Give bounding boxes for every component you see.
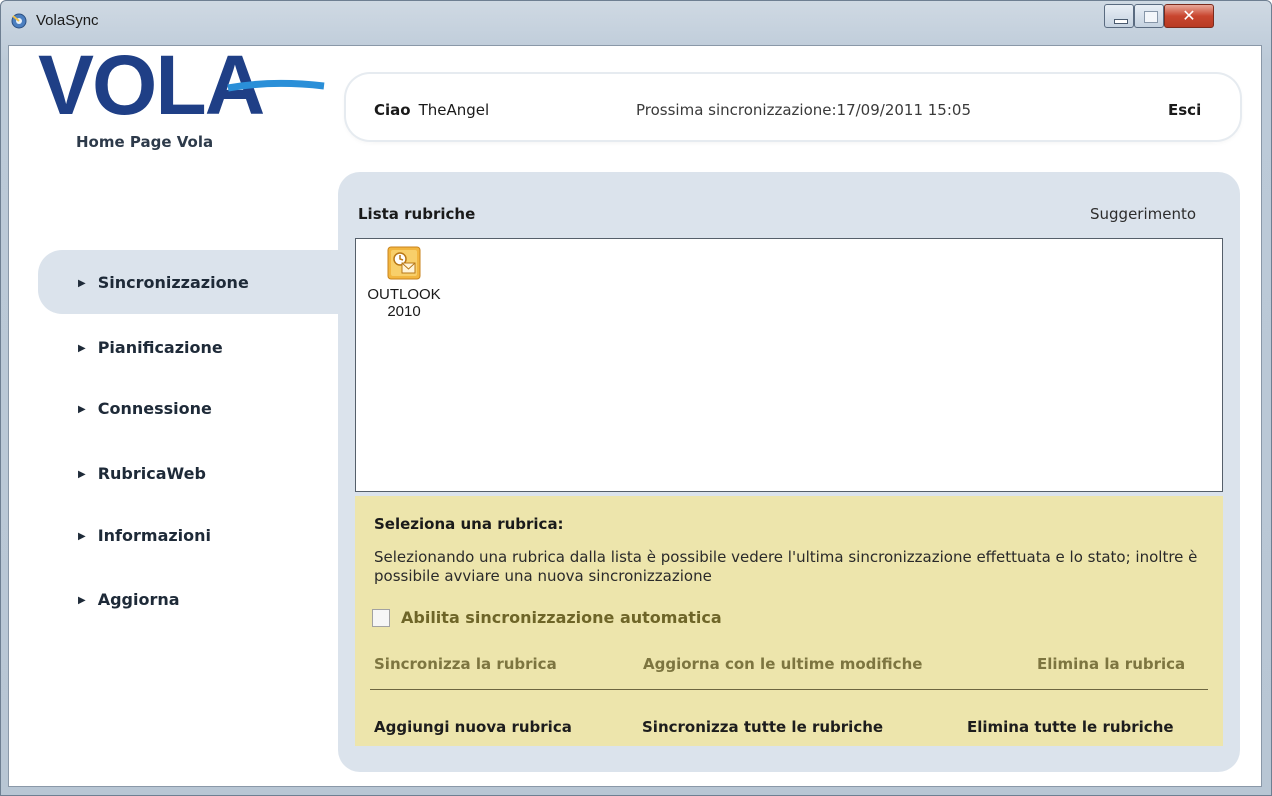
outlook-icon xyxy=(387,246,421,280)
greeting-label: Ciao xyxy=(374,101,411,119)
chevron-right-icon: ▶ xyxy=(78,595,86,606)
actions-divider xyxy=(370,689,1208,690)
minimize-button[interactable] xyxy=(1104,4,1134,28)
greeting: Ciao TheAngel xyxy=(374,101,489,119)
close-button[interactable]: ✕ xyxy=(1164,4,1214,28)
maximize-button[interactable] xyxy=(1134,4,1164,28)
chevron-right-icon: ▶ xyxy=(78,278,86,289)
chevron-right-icon: ▶ xyxy=(78,469,86,480)
logout-link[interactable]: Esci xyxy=(1168,101,1201,119)
sidebar-item-label: Pianificazione xyxy=(97,338,223,357)
info-text: Selezionando una rubrica dalla lista è p… xyxy=(374,548,1198,585)
sidebar-item-pianificazione[interactable]: ▶ Pianificazione xyxy=(78,338,223,357)
app-icon xyxy=(11,13,27,29)
address-book-list[interactable] xyxy=(355,238,1223,492)
update-changes-button[interactable]: Aggiorna con le ultime modifiche xyxy=(643,655,922,673)
sidebar-item-aggiorna[interactable]: ▶ Aggiorna xyxy=(78,590,180,609)
address-book-version: 2010 xyxy=(387,303,421,320)
sidebar-item-label: Sincronizzazione xyxy=(97,273,249,292)
hint-link[interactable]: Suggerimento xyxy=(1090,205,1196,223)
sidebar-item-rubricaweb[interactable]: ▶ RubricaWeb xyxy=(78,464,206,483)
sidebar-item-label: RubricaWeb xyxy=(97,464,206,483)
vola-logo-mark: VOLA xyxy=(38,38,325,124)
sidebar-item-informazioni[interactable]: ▶ Informazioni xyxy=(78,526,211,545)
chevron-right-icon: ▶ xyxy=(78,343,86,354)
chevron-right-icon: ▶ xyxy=(78,404,86,415)
logo-text: VOLA xyxy=(38,38,264,124)
info-title: Seleziona una rubrica: xyxy=(374,515,564,533)
next-sync-info: Prossima sincronizzazione:17/09/2011 15:… xyxy=(636,101,971,119)
sidebar-item-sincronizzazione[interactable]: ▶ Sincronizzazione xyxy=(78,273,249,292)
home-page-link[interactable]: Home Page Vola xyxy=(76,133,213,151)
add-book-button[interactable]: Aggiungi nuova rubrica xyxy=(374,718,572,736)
delete-all-button[interactable]: Elimina tutte le rubriche xyxy=(967,718,1174,736)
close-icon: ✕ xyxy=(1182,6,1196,25)
address-book-name: OUTLOOK xyxy=(367,286,441,303)
sidebar-item-label: Aggiorna xyxy=(97,590,180,609)
sync-all-button[interactable]: Sincronizza tutte le rubriche xyxy=(642,718,883,736)
address-book-item[interactable]: OUTLOOK 2010 xyxy=(366,246,442,320)
username: TheAngel xyxy=(418,101,490,119)
chevron-right-icon: ▶ xyxy=(78,531,86,542)
auto-sync-label[interactable]: Abilita sincronizzazione automatica xyxy=(401,608,722,627)
sidebar-item-connessione[interactable]: ▶ Connessione xyxy=(78,399,212,418)
delete-book-button[interactable]: Elimina la rubrica xyxy=(1037,655,1185,673)
vola-logo[interactable]: VOLA xyxy=(32,28,328,124)
sidebar-item-label: Informazioni xyxy=(97,526,212,545)
address-book-list-title: Lista rubriche xyxy=(358,205,476,223)
window-title: VolaSync xyxy=(36,12,99,29)
sync-book-button[interactable]: Sincronizza la rubrica xyxy=(374,655,557,673)
sidebar-item-label: Connessione xyxy=(97,399,212,418)
auto-sync-checkbox[interactable] xyxy=(372,609,390,627)
